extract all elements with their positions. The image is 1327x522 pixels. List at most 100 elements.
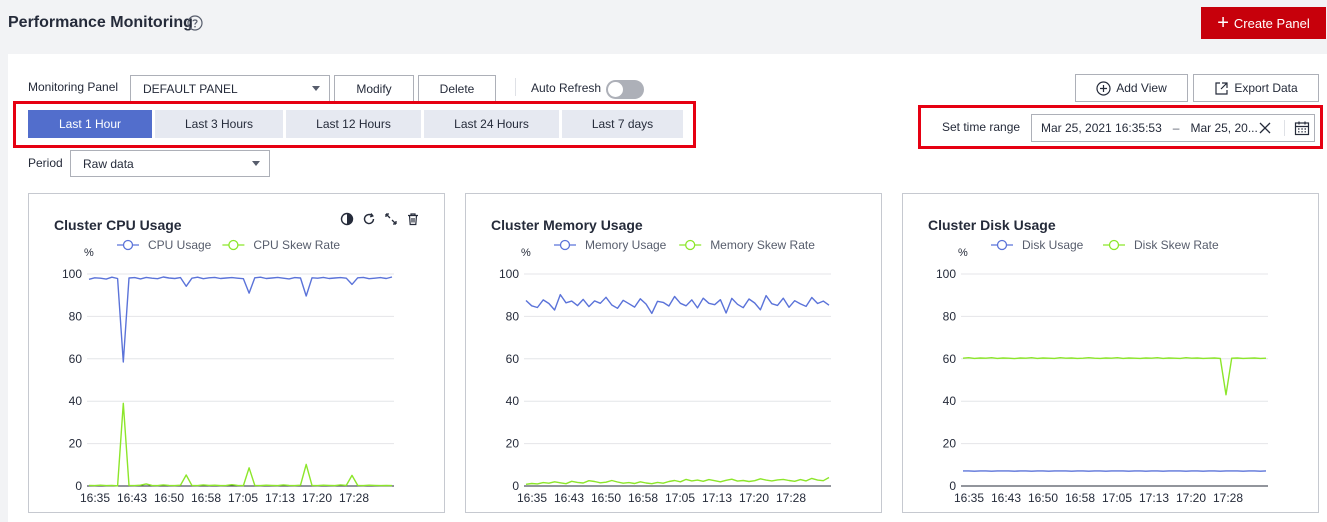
legend-marker bbox=[559, 239, 571, 251]
y-tick-label: 100 bbox=[499, 267, 519, 281]
x-tick-label: 17:20 bbox=[302, 491, 332, 505]
y-tick-label: 40 bbox=[506, 394, 520, 408]
period-value: Raw data bbox=[83, 156, 134, 171]
y-tick-label: 60 bbox=[506, 352, 520, 366]
range-separator: – bbox=[1172, 121, 1180, 135]
x-tick-label: 16:43 bbox=[117, 491, 147, 505]
x-tick-label: 16:35 bbox=[517, 491, 547, 505]
legend-label: Memory Skew Rate bbox=[710, 238, 815, 252]
disk-chart: %Disk Usage Disk Skew Rate02040608010016:… bbox=[936, 238, 1268, 505]
range-last-24-hours[interactable]: Last 24 Hours bbox=[424, 110, 559, 138]
monitoring-panel-select[interactable]: DEFAULT PANEL bbox=[130, 75, 330, 102]
legend-item: Memory Usage bbox=[554, 238, 667, 252]
x-tick-label: 16:35 bbox=[954, 491, 984, 505]
legend-marker bbox=[996, 239, 1008, 251]
end-time: Mar 25, 20... bbox=[1190, 121, 1258, 135]
set-time-range-label: Set time range bbox=[942, 120, 1021, 134]
y-tick-label: 80 bbox=[506, 309, 520, 323]
calendar-icon[interactable] bbox=[1294, 120, 1310, 136]
range-last-7-days[interactable]: Last 7 days bbox=[562, 110, 683, 138]
legend-marker bbox=[122, 239, 134, 251]
legend-label: CPU Skew Rate bbox=[253, 238, 340, 252]
y-tick-label: 100 bbox=[936, 267, 956, 281]
add-view-button[interactable]: Add View bbox=[1075, 74, 1188, 102]
clear-icon[interactable] bbox=[1258, 121, 1272, 135]
legend-marker bbox=[1108, 239, 1120, 251]
y-tick-label: 100 bbox=[62, 267, 82, 281]
x-tick-label: 16:58 bbox=[628, 491, 658, 505]
plus-icon: + bbox=[1217, 12, 1229, 34]
range-last-3-hours[interactable]: Last 3 Hours bbox=[155, 110, 283, 138]
x-tick-label: 17:05 bbox=[228, 491, 258, 505]
toggle-knob bbox=[608, 82, 623, 97]
modify-button[interactable]: Modify bbox=[334, 75, 414, 102]
x-tick-label: 17:20 bbox=[739, 491, 769, 505]
export-data-button[interactable]: Export Data bbox=[1193, 74, 1319, 102]
series-line bbox=[525, 293, 830, 315]
time-range-picker[interactable]: Mar 25, 2021 16:35:53 – Mar 25, 20... bbox=[1031, 114, 1315, 142]
y-tick-label: 40 bbox=[69, 394, 83, 408]
cpu-chart: %CPU Usage CPU Skew Rate02040608010016:35… bbox=[62, 238, 394, 505]
y-tick-label: 40 bbox=[943, 394, 957, 408]
x-tick-label: 17:28 bbox=[1213, 491, 1243, 505]
page-title: Performance Monitoring bbox=[8, 14, 193, 31]
monitoring-panel-label: Monitoring Panel bbox=[28, 80, 119, 94]
series-line bbox=[88, 276, 393, 363]
legend-marker bbox=[685, 239, 696, 251]
x-tick-label: 17:13 bbox=[265, 491, 295, 505]
x-tick-label: 16:35 bbox=[80, 491, 110, 505]
chevron-down-icon bbox=[252, 161, 260, 166]
toolbar-divider bbox=[515, 78, 516, 96]
monitoring-panel-value: DEFAULT PANEL bbox=[143, 81, 238, 96]
memory-chart: %Memory Usage Memory Skew Rate02040608010… bbox=[499, 238, 831, 505]
x-tick-label: 16:58 bbox=[1065, 491, 1095, 505]
period-label: Period bbox=[28, 156, 63, 170]
add-circle-icon bbox=[1096, 80, 1111, 96]
y-axis-unit: % bbox=[521, 247, 531, 259]
series-line bbox=[525, 476, 830, 485]
range-last-12-hours[interactable]: Last 12 Hours bbox=[286, 110, 421, 138]
auto-refresh-toggle[interactable] bbox=[606, 80, 644, 99]
create-panel-label: Create Panel bbox=[1233, 15, 1310, 31]
start-time: Mar 25, 2021 16:35:53 bbox=[1041, 121, 1162, 135]
legend-item: Memory Skew Rate bbox=[679, 238, 815, 252]
export-icon bbox=[1215, 81, 1228, 95]
picker-divider bbox=[1284, 120, 1285, 136]
range-last-1-hour[interactable]: Last 1 Hour bbox=[28, 110, 152, 138]
y-tick-label: 80 bbox=[69, 309, 83, 323]
y-tick-label: 80 bbox=[943, 309, 957, 323]
chart-card-disk: Cluster Disk Usage % Disk Usage Disk Skew … bbox=[902, 193, 1319, 513]
legend-item: CPU Usage bbox=[117, 238, 212, 252]
period-select[interactable]: Raw data bbox=[70, 150, 270, 177]
x-tick-label: 16:50 bbox=[591, 491, 621, 505]
chart-card-cpu: Cluster CPU Usage % CPU Usage CPU Skew Rat… bbox=[28, 193, 445, 513]
y-tick-label: 20 bbox=[943, 437, 957, 451]
legend-item: Disk Skew Rate bbox=[1103, 238, 1219, 252]
x-tick-label: 16:50 bbox=[1028, 491, 1058, 505]
x-tick-label: 16:43 bbox=[991, 491, 1021, 505]
delete-button[interactable]: Delete bbox=[418, 75, 496, 102]
y-axis-unit: % bbox=[84, 247, 94, 259]
help-icon[interactable] bbox=[187, 15, 203, 31]
legend-item: CPU Skew Rate bbox=[222, 238, 340, 252]
x-tick-label: 17:05 bbox=[1102, 491, 1132, 505]
x-tick-label: 17:13 bbox=[702, 491, 732, 505]
modify-label: Modify bbox=[356, 81, 392, 96]
delete-label: Delete bbox=[439, 81, 475, 96]
legend-label: Disk Skew Rate bbox=[1134, 238, 1219, 252]
x-tick-label: 16:43 bbox=[554, 491, 584, 505]
x-tick-label: 17:20 bbox=[1176, 491, 1206, 505]
legend-label: CPU Usage bbox=[148, 238, 212, 252]
y-tick-label: 20 bbox=[506, 437, 520, 451]
legend-label: Memory Usage bbox=[585, 238, 667, 252]
chevron-down-icon bbox=[312, 86, 320, 91]
y-tick-label: 60 bbox=[943, 352, 957, 366]
y-tick-label: 20 bbox=[69, 437, 83, 451]
y-axis-unit: % bbox=[958, 247, 968, 259]
export-data-label: Export Data bbox=[1234, 81, 1298, 95]
top-bar: Performance Monitoring + Create Panel bbox=[0, 0, 1327, 50]
y-tick-label: 60 bbox=[69, 352, 83, 366]
create-panel-button[interactable]: + Create Panel bbox=[1201, 7, 1326, 39]
auto-refresh-label: Auto Refresh bbox=[531, 81, 602, 95]
chart-card-memory: Cluster Memory Usage % Memory Usage Memory… bbox=[465, 193, 882, 513]
